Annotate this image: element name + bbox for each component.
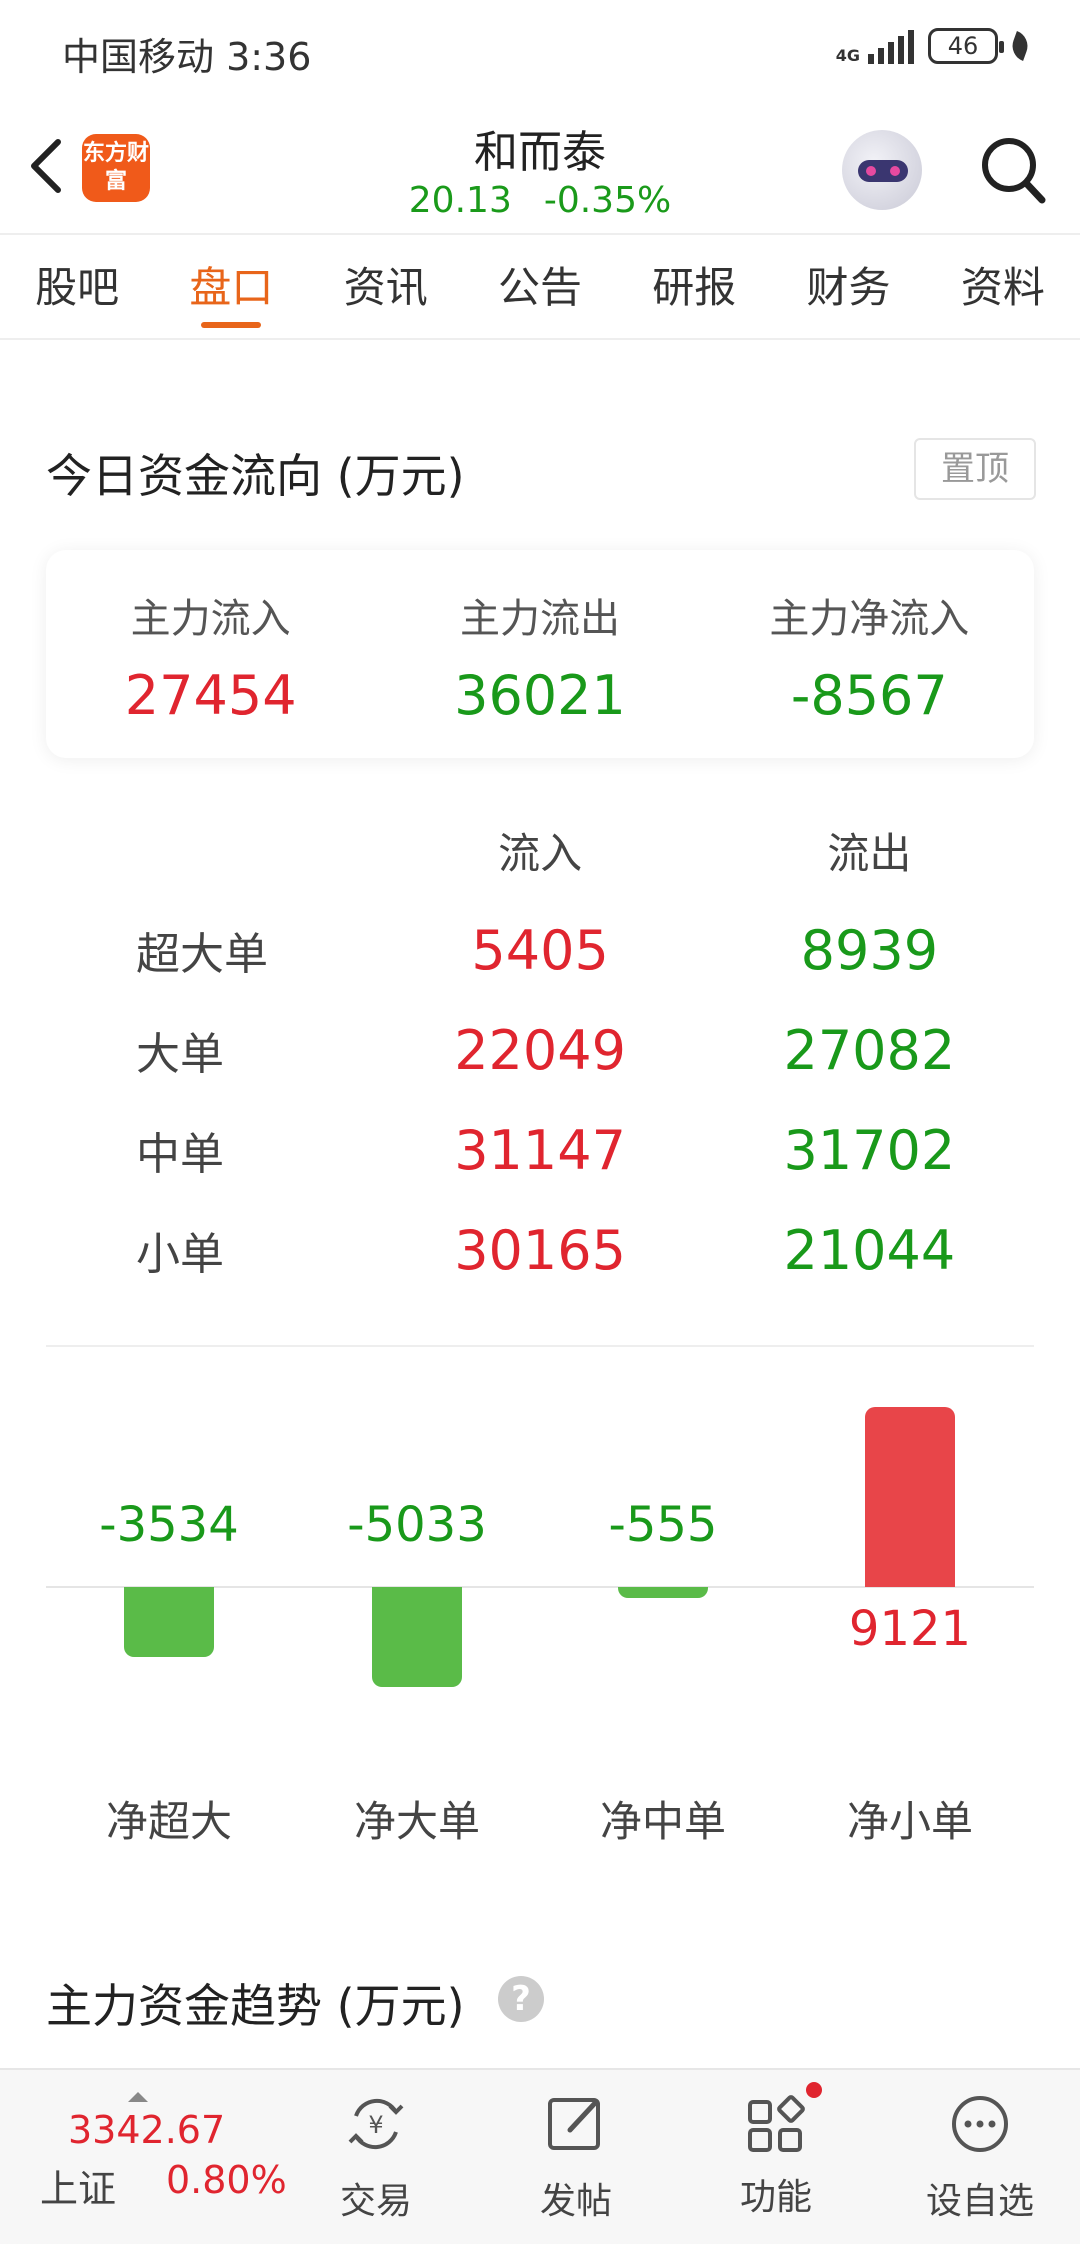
row-inflow: 31147 bbox=[454, 1118, 626, 1182]
summary-outflow: 主力流出 36021 bbox=[375, 550, 704, 758]
row-name: 小单 bbox=[136, 1229, 224, 1280]
table-row: 大单 22049 27082 bbox=[46, 1000, 1034, 1100]
notification-dot bbox=[806, 2082, 822, 2098]
tab-pankou[interactable]: 盘口 bbox=[154, 236, 308, 338]
nav-label: 设自选 bbox=[925, 2181, 1034, 2222]
summary-net: 主力净流入 -8567 bbox=[705, 550, 1034, 758]
bar-value-label-3: 9121 bbox=[848, 1601, 972, 1657]
bar-3 bbox=[865, 1407, 955, 1587]
index-name: 上证 bbox=[40, 2167, 117, 2211]
table-row: 小单 30165 21044 bbox=[46, 1200, 1034, 1300]
nav-functions[interactable]: 功能 bbox=[696, 2078, 856, 2220]
carrier-time: 中国移动 3:36 bbox=[62, 35, 312, 79]
summary-value: 27454 bbox=[124, 664, 297, 727]
more-dots-icon bbox=[952, 2096, 1008, 2152]
nav-post[interactable]: 发帖 bbox=[496, 2078, 656, 2224]
nav-label: 发帖 bbox=[539, 2181, 612, 2222]
table-header: 流入 流出 bbox=[46, 800, 1034, 900]
header-outflow: 流出 bbox=[827, 828, 912, 878]
summary-label: 主力流入 bbox=[130, 596, 291, 642]
row-inflow: 30165 bbox=[454, 1218, 626, 1282]
index-value: 3342.67 bbox=[68, 2108, 226, 2152]
bar-2 bbox=[618, 1587, 708, 1599]
row-name: 超大单 bbox=[136, 929, 268, 980]
category-label-3: 净小单 bbox=[846, 1797, 973, 1846]
category-label-1: 净大单 bbox=[353, 1797, 480, 1846]
summary-label: 主力流出 bbox=[459, 596, 620, 642]
nav-add-watchlist[interactable]: 设自选 bbox=[900, 2078, 1060, 2224]
help-icon[interactable]: ? bbox=[498, 1976, 544, 2022]
nav-trade[interactable]: ¥ 交易 bbox=[296, 2078, 456, 2224]
signal-icon: 4G bbox=[836, 28, 914, 64]
main-flow-summary: 主力流入 27454 主力流出 36021 主力净流入 -8567 bbox=[46, 550, 1034, 758]
trend-title: 主力资金趋势 (万元) bbox=[46, 1979, 465, 2033]
pin-top-button[interactable]: 置顶 bbox=[914, 438, 1036, 500]
tab-bar: 股吧 盘口 资讯 公告 研报 财务 资料 bbox=[0, 236, 1080, 340]
status-bar: 中国移动 3:36 4G 46 bbox=[0, 0, 1080, 100]
summary-value: 36021 bbox=[454, 664, 626, 727]
tab-guba[interactable]: 股吧 bbox=[0, 236, 154, 338]
net-flow-bar-chart: -3534 净超大 -5033 净大单 -555 净中单 9121 净小单 bbox=[46, 1360, 1034, 1880]
header-inflow: 流入 bbox=[498, 828, 583, 878]
bar-value-label-1: -5033 bbox=[347, 1497, 487, 1553]
order-size-table: 流入 流出 超大单 5405 8939 大单 22049 27082 中单 31… bbox=[46, 800, 1034, 1300]
tab-announcements[interactable]: 公告 bbox=[463, 236, 617, 338]
table-row: 超大单 5405 8939 bbox=[46, 900, 1034, 1000]
row-outflow: 31702 bbox=[783, 1118, 956, 1182]
network-type: 4G bbox=[835, 46, 860, 65]
summary-value: -8567 bbox=[790, 664, 948, 727]
assistant-avatar[interactable] bbox=[842, 130, 922, 210]
expand-up-icon bbox=[128, 2092, 148, 2102]
row-inflow: 22049 bbox=[454, 1018, 626, 1082]
tab-finance[interactable]: 财务 bbox=[771, 236, 925, 338]
compose-icon bbox=[548, 2098, 600, 2150]
row-inflow: 5405 bbox=[471, 918, 609, 982]
row-name: 大单 bbox=[136, 1029, 224, 1080]
tab-profile[interactable]: 资料 bbox=[926, 236, 1080, 338]
svg-text:¥: ¥ bbox=[368, 2111, 383, 2139]
nav-label: 功能 bbox=[739, 2177, 812, 2218]
row-outflow: 8939 bbox=[800, 918, 939, 982]
category-label-2: 净中单 bbox=[599, 1797, 726, 1846]
index-change: 0.80% bbox=[166, 2158, 287, 2202]
category-label-0: 净超大 bbox=[105, 1797, 232, 1846]
row-name: 中单 bbox=[136, 1129, 224, 1180]
bar-1 bbox=[372, 1587, 462, 1687]
summary-label: 主力净流入 bbox=[769, 596, 970, 642]
row-outflow: 27082 bbox=[783, 1018, 956, 1082]
bottom-nav: 3342.67 上证 0.80% ¥ 交易 发帖 功能 设自选 bbox=[0, 2068, 1080, 2244]
nav-label: 交易 bbox=[339, 2181, 412, 2222]
apps-grid-icon bbox=[748, 2095, 805, 2152]
summary-inflow: 主力流入 27454 bbox=[46, 550, 375, 758]
tab-research[interactable]: 研报 bbox=[617, 236, 771, 338]
stock-price: 20.13 bbox=[408, 180, 512, 221]
battery-icon: 46 bbox=[928, 28, 1004, 64]
section-divider bbox=[46, 1345, 1034, 1347]
bar-value-label-2: -555 bbox=[608, 1497, 718, 1553]
search-icon[interactable] bbox=[978, 134, 1048, 206]
leaf-icon bbox=[1008, 31, 1032, 61]
yen-exchange-icon: ¥ bbox=[348, 2098, 404, 2150]
row-outflow: 21044 bbox=[783, 1218, 956, 1282]
stock-change: -0.35% bbox=[543, 180, 672, 221]
bar-0 bbox=[124, 1587, 214, 1658]
tab-news[interactable]: 资讯 bbox=[309, 236, 463, 338]
stock-header: 东方财富 和而泰 20.13 -0.35% bbox=[0, 100, 1080, 235]
bar-value-label-0: -3534 bbox=[99, 1497, 239, 1553]
table-row: 中单 31147 31702 bbox=[46, 1100, 1034, 1200]
fund-flow-title: 今日资金流向 (万元) bbox=[46, 449, 465, 503]
